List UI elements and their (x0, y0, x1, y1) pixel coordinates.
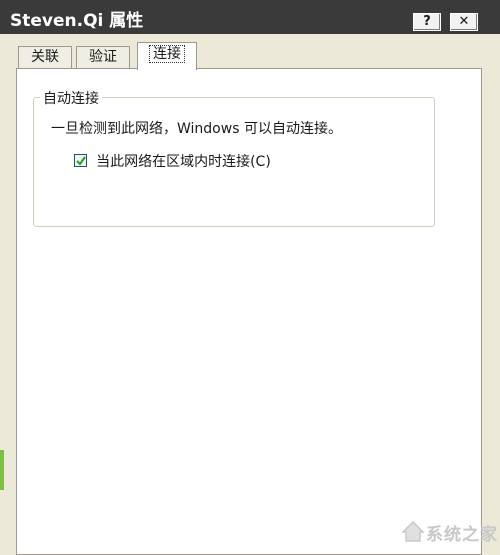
help-icon: ? (423, 14, 431, 29)
auto-connect-group: 自动连接 一旦检测到此网络，Windows 可以自动连接。 当此网络在区域内时连… (33, 88, 435, 227)
watermark: 系统之家 (398, 512, 498, 552)
auto-connect-option[interactable]: 当此网络在区域内时连接(C) (74, 150, 271, 170)
tab-panel-connection: 自动连接 一旦检测到此网络，Windows 可以自动连接。 当此网络在区域内时连… (16, 68, 482, 555)
title-bar[interactable]: Steven.Qi 属性 ? ✕ (0, 0, 500, 34)
tab-label: 验证 (89, 49, 117, 65)
auto-connect-checkbox[interactable] (74, 154, 87, 167)
close-button[interactable]: ✕ (450, 13, 478, 31)
group-description: 一旦检测到此网络，Windows 可以自动连接。 (51, 121, 342, 137)
edge-decoration (0, 450, 4, 490)
group-title: 自动连接 (40, 88, 102, 108)
auto-connect-label: 当此网络在区域内时连接(C) (96, 153, 271, 170)
window-title: Steven.Qi 属性 (10, 11, 144, 31)
house-logo-icon (401, 520, 425, 542)
help-button[interactable]: ? (413, 13, 441, 31)
tab-association[interactable]: 关联 (18, 46, 72, 68)
tab-authentication[interactable]: 验证 (76, 46, 130, 68)
tab-label: 连接 (149, 45, 185, 63)
tab-connection[interactable]: 连接 (137, 42, 197, 70)
watermark-text: 系统之家 (426, 525, 498, 545)
tab-label: 关联 (31, 49, 59, 65)
properties-dialog: Steven.Qi 属性 ? ✕ 关联 验证 连接 自动连接 一旦检测到此网络，… (0, 0, 500, 555)
dialog-body: 关联 验证 连接 自动连接 一旦检测到此网络，Windows 可以自动连接。 当… (0, 34, 500, 555)
close-icon: ✕ (458, 14, 470, 29)
checkmark-icon (76, 156, 86, 166)
